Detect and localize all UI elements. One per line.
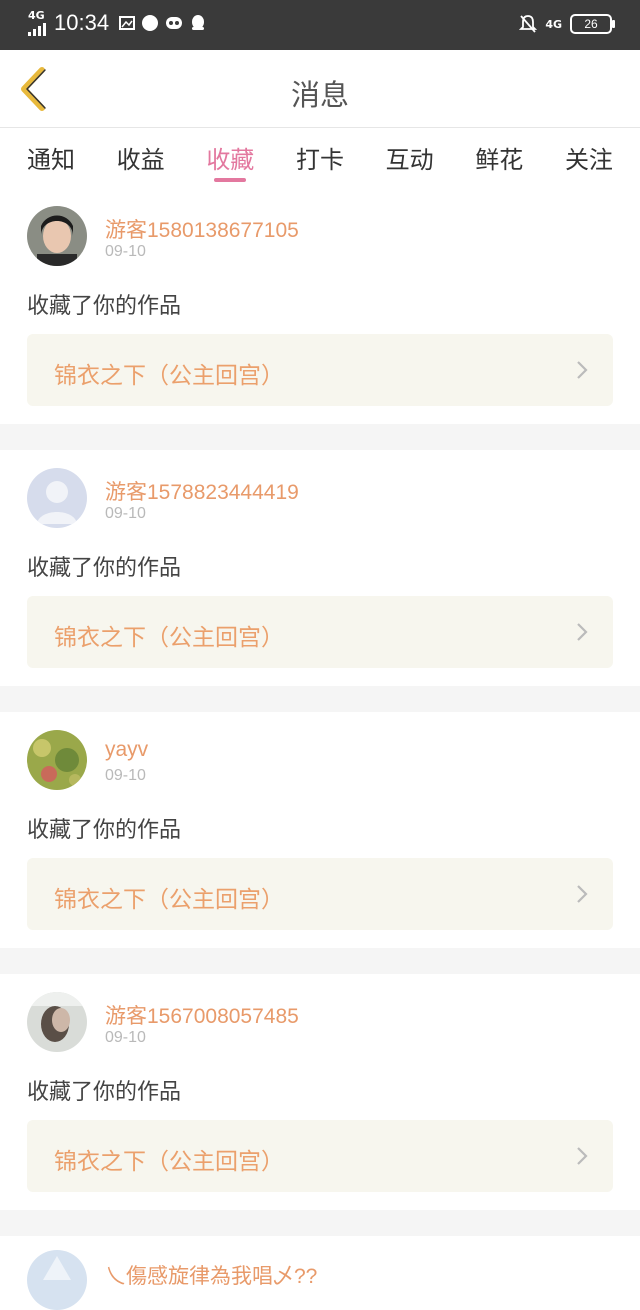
- work-title: 锦衣之下（公主回宫）: [54, 625, 284, 651]
- action-text: 收藏了你的作品: [27, 1080, 182, 1105]
- avatar[interactable]: [27, 1250, 87, 1310]
- username[interactable]: 游客1567008057485: [105, 1000, 299, 1030]
- work-link[interactable]: 锦衣之下（公主回宫）: [27, 596, 613, 668]
- qq-icon: [192, 15, 205, 30]
- chevron-right-icon: [577, 623, 588, 641]
- action-text: 收藏了你的作品: [27, 818, 182, 843]
- chevron-right-icon: [577, 1147, 588, 1165]
- divider: [0, 686, 640, 712]
- gallery-icon: [119, 16, 136, 30]
- battery-icon: 26: [570, 14, 615, 34]
- list-item: 游客1578823444419 09-10 收藏了你的作品 锦衣之下（公主回宫）: [0, 450, 640, 686]
- work-link[interactable]: 锦衣之下（公主回宫）: [27, 858, 613, 930]
- work-title: 锦衣之下（公主回宫）: [54, 887, 284, 913]
- chevron-right-icon: [577, 361, 588, 379]
- avatar[interactable]: [27, 992, 87, 1052]
- nav-header: 消息: [0, 50, 640, 128]
- tab-bar: 通知 收益 收藏 打卡 互动 鲜花 关注: [0, 128, 640, 188]
- list-item: 游客1580138677105 09-10 收藏了你的作品 锦衣之下（公主回宫）: [0, 188, 640, 424]
- tab-flowers[interactable]: 鲜花: [475, 128, 523, 188]
- clock: 10:34: [54, 10, 110, 35]
- username[interactable]: 游客1578823444419: [105, 476, 299, 506]
- timestamp: 09-10: [105, 243, 146, 260]
- divider: [0, 948, 640, 974]
- tab-following[interactable]: 关注: [565, 128, 613, 188]
- battery-level: 26: [584, 17, 598, 31]
- list-item: 游客1567008057485 09-10 收藏了你的作品 锦衣之下（公主回宫）: [0, 974, 640, 1210]
- username[interactable]: 乀傷感旋律為我唱乄??: [105, 1260, 317, 1290]
- browser-icon: [142, 15, 159, 31]
- tab-notifications[interactable]: 通知: [27, 128, 75, 188]
- username[interactable]: 游客1580138677105: [105, 214, 299, 244]
- status-bar: 4G 10:34 4G 26: [0, 0, 640, 50]
- divider: [0, 1210, 640, 1236]
- tab-interaction[interactable]: 互动: [386, 128, 434, 188]
- network-type-label-right: 4G: [545, 17, 562, 31]
- timestamp: 09-10: [105, 505, 146, 522]
- action-text: 收藏了你的作品: [27, 556, 182, 581]
- app-icon: [166, 17, 183, 29]
- tab-favorites[interactable]: 收藏: [206, 128, 254, 188]
- network-type-label: 4G: [28, 8, 45, 22]
- avatar[interactable]: [27, 206, 87, 266]
- tab-earnings[interactable]: 收益: [117, 128, 165, 188]
- timestamp: 09-10: [105, 1029, 146, 1046]
- avatar[interactable]: [27, 730, 87, 790]
- bell-off-icon: [519, 15, 538, 33]
- favorites-list: 游客1580138677105 09-10 收藏了你的作品 锦衣之下（公主回宫）…: [0, 188, 640, 1310]
- divider: [0, 424, 640, 450]
- signal-icon: 4G: [28, 8, 46, 36]
- timestamp: 09-10: [105, 767, 146, 784]
- work-title: 锦衣之下（公主回宫）: [54, 363, 284, 389]
- tab-checkin[interactable]: 打卡: [296, 128, 344, 188]
- work-link[interactable]: 锦衣之下（公主回宫）: [27, 334, 613, 406]
- username[interactable]: yayv: [105, 738, 148, 762]
- chevron-right-icon: [577, 885, 588, 903]
- work-link[interactable]: 锦衣之下（公主回宫）: [27, 1120, 613, 1192]
- list-item: 乀傷感旋律為我唱乄??: [0, 1236, 640, 1310]
- list-item: yayv 09-10 收藏了你的作品 锦衣之下（公主回宫）: [0, 712, 640, 948]
- action-text: 收藏了你的作品: [27, 294, 182, 319]
- avatar[interactable]: [27, 468, 87, 528]
- work-title: 锦衣之下（公主回宫）: [54, 1149, 284, 1175]
- page-title: 消息: [290, 78, 349, 112]
